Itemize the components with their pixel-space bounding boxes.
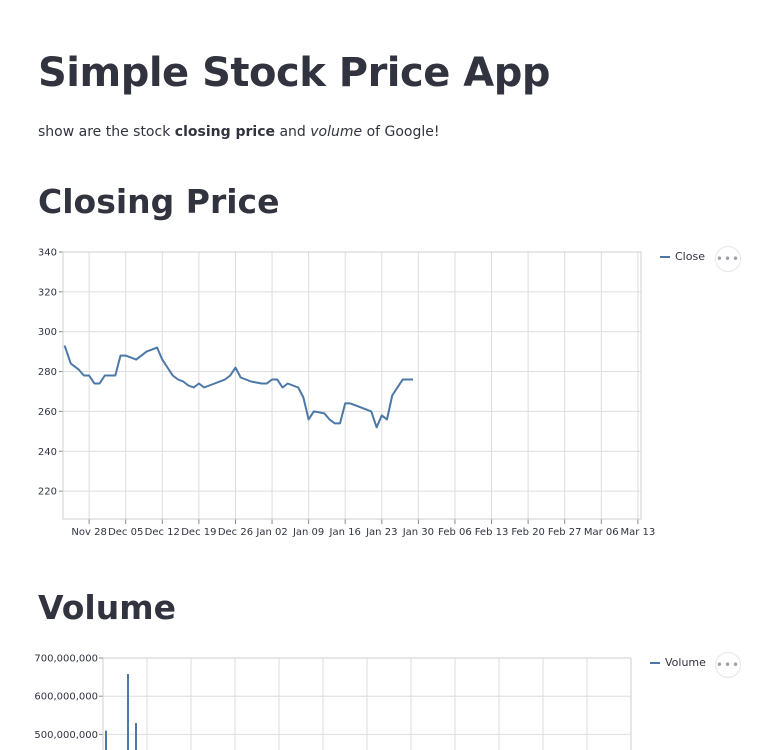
volume-legend[interactable]: Volume	[650, 656, 706, 669]
y-tick-label: 600,000,000	[34, 692, 98, 703]
volume-legend-label: Volume	[665, 656, 706, 669]
y-tick-label: 700,000,000	[34, 654, 98, 665]
y-tick-label: 500,000,000	[34, 730, 98, 741]
volume-chart-menu-button[interactable]: •••	[715, 652, 741, 678]
volume-legend-swatch	[650, 661, 660, 664]
more-horizontal-icon: •••	[715, 658, 741, 672]
volume-chart[interactable]: 700,000,000 600,000,000 500,000,000	[0, 0, 770, 750]
app-root: Simple Stock Price App show are the stoc…	[0, 0, 770, 750]
